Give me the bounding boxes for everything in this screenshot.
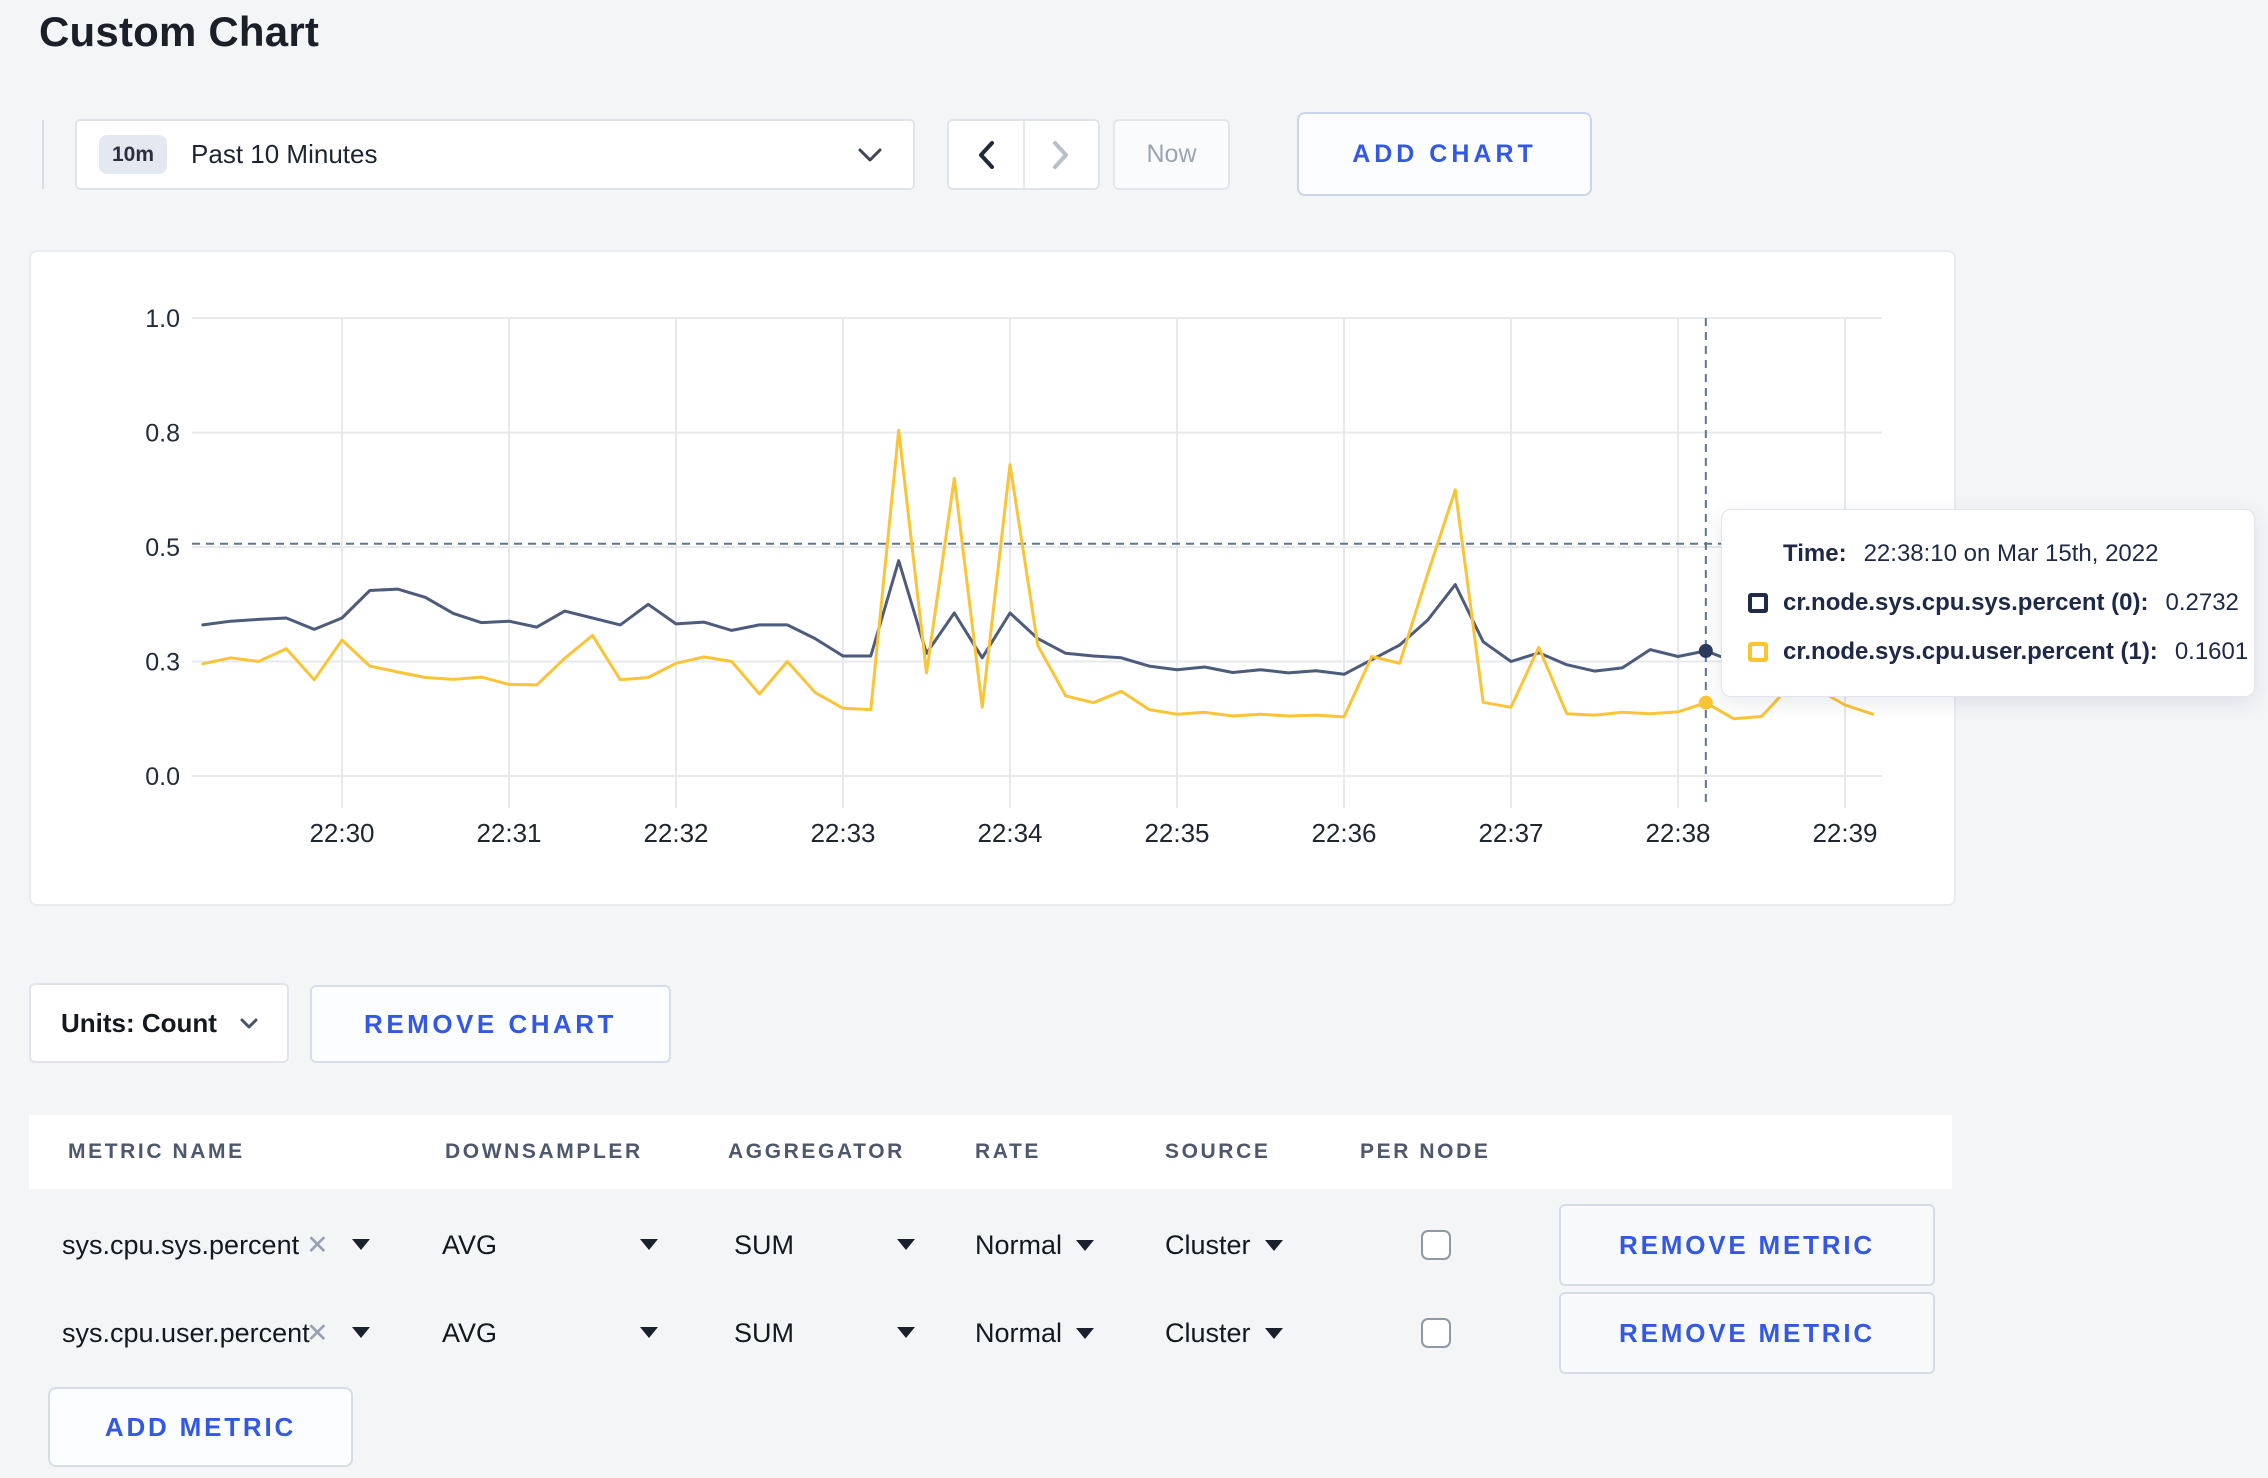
time-range-label: Past 10 Minutes <box>191 139 378 169</box>
x-axis-tick-label: 22:35 <box>1144 818 1209 848</box>
now-button[interactable]: Now <box>1113 119 1230 190</box>
metric-name-select[interactable]: sys.cpu.user.percent <box>62 1292 310 1374</box>
chevron-down-icon <box>857 147 883 163</box>
metric-row: sys.cpu.sys.percent ✕ AVG SUM Normal Clu… <box>0 1204 2268 1286</box>
metric-row: sys.cpu.user.percent ✕ AVG SUM Normal Cl… <box>0 1292 2268 1374</box>
x-axis-tick-label: 22:37 <box>1478 818 1543 848</box>
tooltip-series-row: cr.node.sys.cpu.sys.percent (0): 0.2732 <box>1722 579 2254 628</box>
dropdown-arrow-icon <box>640 1239 658 1250</box>
tooltip-time-value: 22:38:10 on Mar 15th, 2022 <box>1863 540 2159 567</box>
source-select[interactable]: Cluster <box>1165 1292 1283 1374</box>
series-color-swatch <box>1748 593 1768 613</box>
x-axis-tick-label: 22:39 <box>1812 818 1877 848</box>
x-axis-tick-label: 22:34 <box>977 818 1042 848</box>
dropdown-arrow-icon <box>1264 1327 1283 1339</box>
y-axis-tick-label: 0.3 <box>145 649 180 677</box>
x-axis-tick-label: 22:36 <box>1311 818 1376 848</box>
downsampler-select[interactable]: AVG <box>442 1204 497 1286</box>
aggregator-select[interactable]: SUM <box>734 1204 794 1286</box>
metric-name-select[interactable]: sys.cpu.sys.percent <box>62 1204 299 1286</box>
custom-timeseries-chart[interactable]: 0.0 0.3 0.5 0.8 1.0 22:30 22:31 22:32 22:33 22:34… <box>31 252 1958 908</box>
chevron-left-icon <box>976 140 996 170</box>
x-axis-tick-label: 22:31 <box>476 818 541 848</box>
column-header-downsampler: DOWNSAMPLER <box>445 1140 643 1163</box>
next-time-button[interactable] <box>1025 121 1099 188</box>
toolbar-divider <box>42 120 44 189</box>
series-line <box>201 428 1875 721</box>
clear-metric-icon[interactable]: ✕ <box>306 1292 329 1374</box>
add-metric-button[interactable]: ADD METRIC <box>48 1387 353 1467</box>
dropdown-arrow-icon <box>352 1327 370 1338</box>
rate-select[interactable]: Normal <box>975 1204 1095 1286</box>
column-header-aggregator: AGGREGATOR <box>728 1140 905 1163</box>
dropdown-arrow-icon <box>1076 1327 1095 1339</box>
time-pager <box>947 119 1100 190</box>
aggregator-select[interactable]: SUM <box>734 1292 794 1374</box>
chart-card: 0.0 0.3 0.5 0.8 1.0 22:30 22:31 22:32 22:33 22:34… <box>29 250 1956 906</box>
rate-select[interactable]: Normal <box>975 1292 1095 1374</box>
tooltip-series-value: 0.1601 <box>2174 638 2249 665</box>
tooltip-time-label: Time: <box>1783 540 1847 567</box>
remove-metric-button[interactable]: REMOVE METRIC <box>1559 1292 1935 1374</box>
dropdown-arrow-icon <box>352 1239 370 1250</box>
downsampler-select[interactable]: AVG <box>442 1292 497 1374</box>
tooltip-series-row: cr.node.sys.cpu.user.percent (1): 0.1601 <box>1722 628 2254 677</box>
column-header-metric-name: METRIC NAME <box>68 1140 245 1163</box>
series-line <box>201 559 1875 676</box>
units-label: Units: Count <box>61 1007 217 1038</box>
prev-time-button[interactable] <box>949 121 1025 188</box>
rate-value: Normal <box>975 1229 1063 1260</box>
highlight-dot <box>1698 643 1713 658</box>
y-axis-tick-label: 0.8 <box>145 420 180 448</box>
time-range-select[interactable]: 10m Past 10 Minutes <box>75 119 915 190</box>
tooltip-series-label: cr.node.sys.cpu.user.percent (1): <box>1783 638 2158 665</box>
dropdown-arrow-icon <box>897 1239 915 1250</box>
chevron-down-icon <box>239 1017 259 1030</box>
add-chart-button[interactable]: ADD CHART <box>1297 112 1592 196</box>
tooltip-series-value: 0.2732 <box>2165 589 2239 616</box>
column-header-rate: RATE <box>975 1140 1042 1163</box>
remove-chart-button[interactable]: REMOVE CHART <box>310 985 671 1063</box>
clear-metric-icon[interactable]: ✕ <box>306 1204 329 1286</box>
x-axis-tick-label: 22:33 <box>810 818 875 848</box>
units-select[interactable]: Units: Count <box>29 983 289 1063</box>
column-header-per-node: PER NODE <box>1360 1140 1491 1163</box>
remove-metric-button[interactable]: REMOVE METRIC <box>1559 1204 1935 1286</box>
y-axis-tick-label: 1.0 <box>145 305 180 333</box>
metrics-table-header: METRIC NAME DOWNSAMPLER AGGREGATOR RATE … <box>29 1115 1952 1189</box>
chevron-right-icon <box>1051 140 1071 170</box>
source-select[interactable]: Cluster <box>1165 1204 1283 1286</box>
dropdown-arrow-icon <box>1076 1239 1095 1251</box>
y-axis-tick-label: 0.0 <box>145 763 180 791</box>
x-axis-tick-label: 22:32 <box>643 818 708 848</box>
dropdown-arrow-icon <box>640 1327 658 1338</box>
dropdown-arrow-icon <box>1264 1239 1283 1251</box>
chart-tooltip: Time: 22:38:10 on Mar 15th, 2022 cr.node… <box>1721 509 2255 697</box>
source-value: Cluster <box>1165 1317 1251 1348</box>
page-title: Custom Chart <box>39 8 320 55</box>
per-node-checkbox[interactable] <box>1421 1318 1451 1348</box>
per-node-checkbox[interactable] <box>1421 1230 1451 1260</box>
rate-value: Normal <box>975 1317 1063 1348</box>
y-axis-tick-label: 0.5 <box>145 534 180 562</box>
tooltip-series-label: cr.node.sys.cpu.sys.percent (0): <box>1783 589 2149 616</box>
time-range-badge: 10m <box>99 135 168 174</box>
dropdown-arrow-icon <box>897 1327 915 1338</box>
x-axis-tick-label: 22:30 <box>309 818 374 848</box>
tooltip-time-row: Time: 22:38:10 on Mar 15th, 2022 <box>1722 530 2254 579</box>
column-header-source: SOURCE <box>1165 1140 1271 1163</box>
source-value: Cluster <box>1165 1229 1251 1260</box>
series-color-swatch <box>1748 642 1768 662</box>
x-axis-tick-label: 22:38 <box>1645 818 1710 848</box>
highlight-dot <box>1698 695 1713 710</box>
